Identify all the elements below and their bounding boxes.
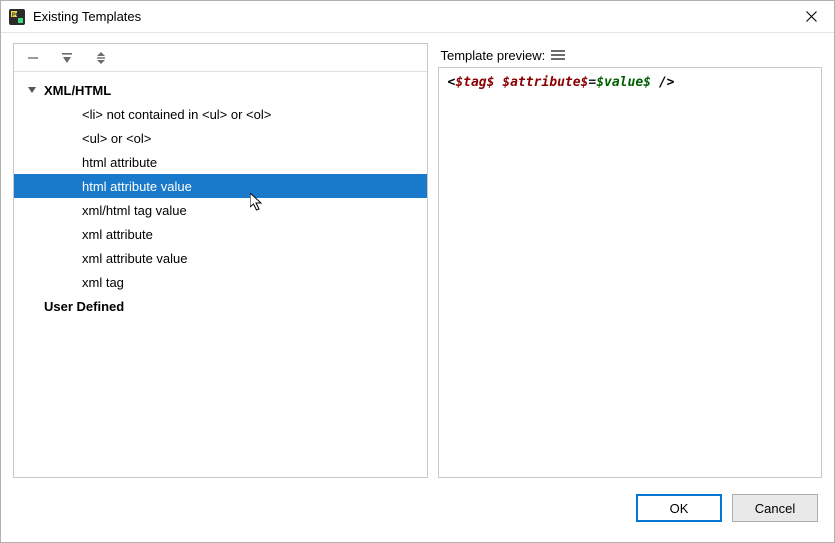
dialog-window: PC Existing Templates: [0, 0, 835, 543]
app-icon: PC: [9, 9, 25, 25]
code-close: />: [651, 75, 674, 90]
tree-item[interactable]: <li> not contained in <ul> or <ol>: [14, 102, 427, 126]
window-title: Existing Templates: [33, 9, 788, 24]
template-tree[interactable]: XML/HTML <li> not contained in <ul> or <…: [14, 72, 427, 477]
tree-item-selected[interactable]: html attribute value: [14, 174, 427, 198]
tree-item-label: xml tag: [82, 275, 124, 290]
svg-text:PC: PC: [12, 12, 20, 18]
tree-item-label: xml/html tag value: [82, 203, 187, 218]
preview-code[interactable]: <$tag$ $attribute$=$value$ />: [438, 67, 822, 478]
tree-group-label: User Defined: [44, 299, 124, 314]
tree-item[interactable]: xml/html tag value: [14, 198, 427, 222]
dialog-body: XML/HTML <li> not contained in <ul> or <…: [1, 33, 834, 484]
collapse-all-button[interactable]: [92, 49, 110, 67]
tree-item[interactable]: html attribute: [14, 150, 427, 174]
soft-wrap-icon[interactable]: [551, 50, 565, 60]
titlebar: PC Existing Templates: [1, 1, 834, 33]
preview-label: Template preview:: [440, 48, 545, 63]
template-list-pane: XML/HTML <li> not contained in <ul> or <…: [13, 43, 428, 478]
tree-item[interactable]: <ul> or <ol>: [14, 126, 427, 150]
tree-item-label: xml attribute value: [82, 251, 188, 266]
tree-item-label: xml attribute: [82, 227, 153, 242]
ok-button[interactable]: OK: [636, 494, 722, 522]
code-tag: $tag$: [455, 75, 494, 90]
code-val: $value$: [596, 75, 651, 90]
tree-item[interactable]: xml attribute: [14, 222, 427, 246]
preview-header: Template preview:: [438, 43, 822, 67]
expand-all-button[interactable]: [58, 49, 76, 67]
tree-item-label: <li> not contained in <ul> or <ol>: [82, 107, 271, 122]
cancel-button[interactable]: Cancel: [732, 494, 818, 522]
tree-item-label: <ul> or <ol>: [82, 131, 151, 146]
tree-item-label: html attribute: [82, 155, 157, 170]
tree-toolbar: [14, 44, 427, 72]
close-icon: [806, 11, 817, 22]
preview-pane: Template preview: <$tag$ $attribute$=$va…: [438, 43, 822, 478]
window-close-button[interactable]: [788, 1, 834, 32]
tree-item[interactable]: xml attribute value: [14, 246, 427, 270]
tree-item-label: html attribute value: [82, 179, 192, 194]
remove-button[interactable]: [24, 49, 42, 67]
tree-item[interactable]: xml tag: [14, 270, 427, 294]
code-attr: $attribute$: [502, 75, 588, 90]
tree-group-userdefined[interactable]: User Defined: [14, 294, 427, 318]
tree-group-label: XML/HTML: [44, 83, 111, 98]
tree-group-xmlhtml[interactable]: XML/HTML: [14, 78, 427, 102]
dialog-footer: OK Cancel: [1, 484, 834, 542]
chevron-down-icon: [24, 82, 40, 98]
